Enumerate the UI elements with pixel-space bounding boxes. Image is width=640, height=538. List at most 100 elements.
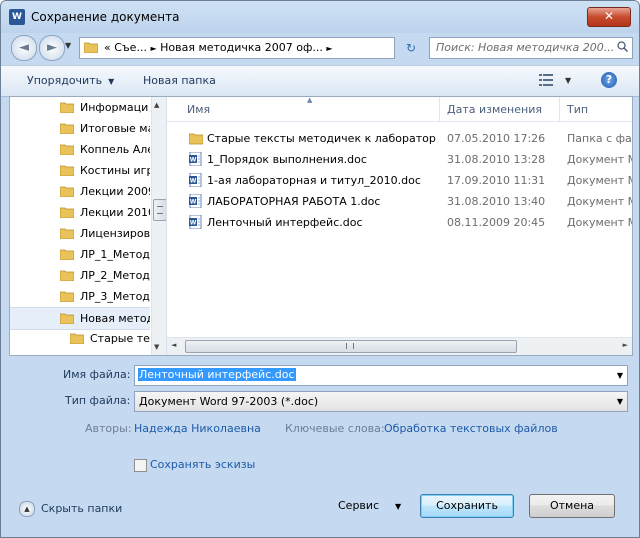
sidebar-item[interactable]: Лицензирова [10,223,150,244]
navigation-pane: Старые текс Новая методи ЛР_3_Методи ЛР_2_М… [10,97,167,355]
save-dialog: W Сохранение документа ✕ ◄ ► ▼ « Съе... … [0,0,640,538]
address-crumb-1[interactable]: Съе... [114,41,147,54]
command-toolbar: Упорядочить ▼ Новая папка ▼ ? [1,65,639,97]
save-button[interactable]: Сохранить [420,494,514,518]
file-list: ▲ Имя Дата изменения Тип ◄ ► Старые текс… [167,97,632,355]
filename-value: Ленточный интерфейс.doc [138,368,296,381]
address-bar[interactable]: « Съе... ► Новая методичка 2007 оф... ► [79,37,395,59]
folder-icon [60,228,74,239]
scroll-down-icon[interactable]: ▼ [154,343,159,351]
filename-label: Имя файла: [63,368,131,381]
sidebar-item[interactable]: ЛР_3_Методи [10,286,150,307]
scrollbar-thumb[interactable] [185,340,517,353]
file-row[interactable]: W ЛАБОРАТОРНАЯ РАБОТА 1.doc 31.08.2010 13:… [167,191,632,212]
sidebar-item[interactable]: Костины игр [10,160,150,181]
title-bar: W Сохранение документа ✕ [1,1,639,33]
sidebar-item[interactable]: Старые текс [10,328,150,349]
address-path: « Съе... ► Новая методичка 2007 оф... ► [104,41,333,54]
file-name: ЛАБОРАТОРНАЯ РАБОТА 1.doc [207,195,381,208]
sidebar-item[interactable]: Информаци [10,97,150,118]
column-headers: ▲ Имя Дата изменения Тип [167,97,632,122]
sidebar-item[interactable]: ЛР_1_Методи [10,244,150,265]
help-icon[interactable]: ? [601,72,617,88]
file-name: 1-ая лабораторная и титул_2010.doc [207,174,421,187]
sidebar-item-label: Итоговые ма [80,122,150,135]
word-doc-icon: W [189,194,202,208]
column-type[interactable]: Тип [567,103,588,116]
file-type: Документ M [567,174,632,187]
file-date: 17.09.2010 11:31 [447,174,546,187]
sidebar-item[interactable]: Коппель Але [10,139,150,160]
scroll-left-icon[interactable]: ◄ [171,341,176,349]
folder-icon [60,186,74,197]
sidebar-item[interactable]: Лекции 2010 [10,202,150,223]
column-date[interactable]: Дата изменения [447,103,542,116]
file-row[interactable]: Старые тексты методичек к лаборатор... 07… [167,128,632,149]
column-name[interactable]: Имя [187,103,210,116]
refresh-button[interactable]: ↻ [399,38,423,58]
organize-menu[interactable]: Упорядочить ▼ [27,74,114,87]
sidebar-item[interactable]: Новая методи [10,307,150,330]
hide-folders-button[interactable]: Скрыть папки [41,502,122,515]
chevron-down-icon[interactable]: ▼ [395,502,401,511]
close-button[interactable]: ✕ [587,7,631,27]
address-crumb-2[interactable]: Новая методичка 2007 оф... [160,41,323,54]
filetype-value: Документ Word 97-2003 (*.doc) [139,395,319,408]
search-input[interactable]: Поиск: Новая методичка 200... [429,37,633,59]
navigation-bar: ◄ ► ▼ « Съе... ► Новая методичка 2007 оф… [1,33,639,63]
history-dropdown-icon[interactable]: ▼ [65,41,71,50]
file-type: Папка с фай [567,132,632,145]
filetype-select[interactable]: Документ Word 97-2003 (*.doc) ▼ [134,391,628,412]
file-row[interactable]: W Ленточный интерфейс.doc 08.11.2009 20:45… [167,212,632,233]
save-thumbnails-label[interactable]: Сохранять эскизы [150,458,255,471]
new-folder-button[interactable]: Новая папка [143,74,216,87]
sidebar-item[interactable]: Итоговые ма [10,118,150,139]
folder-icon [60,270,74,281]
sidebar-item[interactable]: Лекции 2009 [10,181,150,202]
authors-value[interactable]: Надежда Николаевна [134,422,261,435]
file-date: 07.05.2010 17:26 [447,132,546,145]
cancel-button[interactable]: Отмена [529,494,615,518]
folder-icon [70,333,84,344]
horizontal-scrollbar[interactable]: ◄ ► [167,337,632,355]
svg-text:W: W [190,199,197,206]
filename-input[interactable]: Ленточный интерфейс.doc ▼ [134,365,628,386]
organize-label: Упорядочить [27,74,103,87]
folder-icon [189,133,203,145]
save-thumbnails-checkbox[interactable] [134,459,147,472]
file-name: Ленточный интерфейс.doc [207,216,363,229]
hide-folders-icon[interactable]: ▲ [19,501,35,517]
file-type: Документ M [567,216,632,229]
sidebar-item-label: Лекции 2010 [80,206,150,219]
tools-menu[interactable]: Сервис [338,499,379,512]
sidebar-item-label: ЛР_2_Методи [80,269,150,282]
keywords-value[interactable]: Обработка текстовых файлов [384,422,558,435]
folder-icon [60,123,74,134]
chevron-down-icon[interactable]: ▼ [617,397,623,406]
view-options-icon[interactable] [539,74,553,86]
back-button[interactable]: ◄ [11,35,37,61]
file-row[interactable]: W 1-ая лабораторная и титул_2010.doc 17.09… [167,170,632,191]
file-row[interactable]: W 1_Порядок выполнения.doc 31.08.2010 13:2… [167,149,632,170]
word-doc-icon: W [189,173,202,187]
chevron-down-icon[interactable]: ▼ [617,371,623,380]
address-separator[interactable]: ► [150,44,156,53]
chevron-down-icon: ▼ [108,77,115,86]
vertical-scrollbar[interactable]: ▲ ▼ [151,97,166,355]
address-separator[interactable]: ► [326,44,332,53]
file-type: Документ M [567,153,632,166]
search-placeholder: Поиск: Новая методичка 200... [436,41,615,54]
search-icon[interactable] [617,41,628,52]
sidebar-item-label: Лицензирова [80,227,150,240]
file-type: Документ M [567,195,632,208]
scrollbar-thumb[interactable] [153,199,166,221]
forward-button[interactable]: ► [39,35,65,61]
address-overflow[interactable]: « [104,41,111,54]
folder-icon [60,102,74,113]
scroll-right-icon[interactable]: ► [623,341,628,349]
file-date: 08.11.2009 20:45 [447,216,546,229]
view-dropdown-icon[interactable]: ▼ [565,76,571,85]
sidebar-item[interactable]: ЛР_2_Методи [10,265,150,286]
scroll-up-icon[interactable]: ▲ [154,101,159,109]
folder-icon [60,144,74,155]
